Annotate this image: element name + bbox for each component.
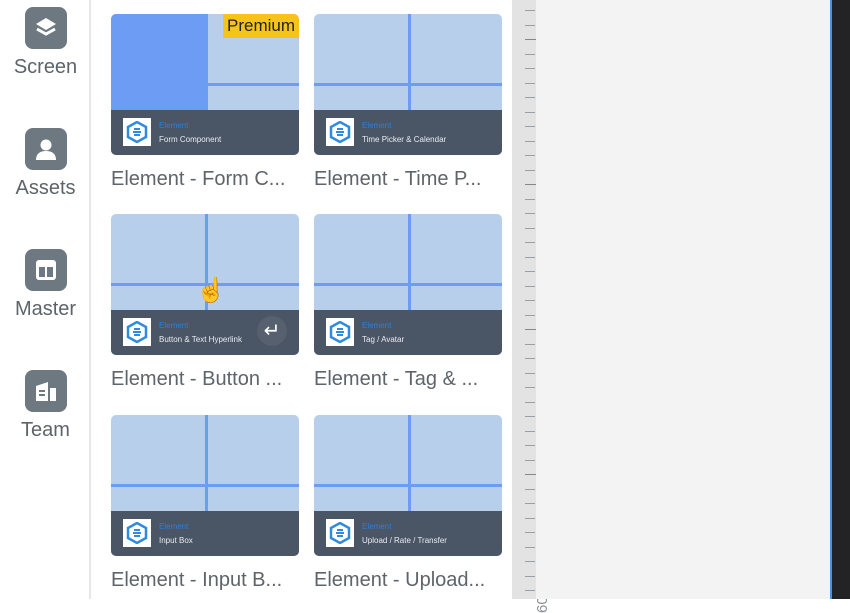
template-title: Element - Tag & ...: [314, 368, 479, 390]
template-title: Element - Input B...: [111, 569, 283, 591]
template-brand: Element: [159, 321, 189, 330]
template-subtitle: Input Box: [159, 536, 193, 545]
ruler-tick: [525, 256, 535, 258]
ruler-tick: [525, 140, 535, 142]
template-brand: Element: [362, 121, 392, 130]
sidebar-item-assets[interactable]: Assets: [0, 128, 91, 200]
template-subtitle: Time Picker & Calendar: [362, 135, 447, 144]
sidebar-item-label: Screen: [13, 56, 78, 78]
ruler-tick: [525, 111, 535, 113]
ruler-tick: [525, 227, 535, 229]
hand-cursor-icon: ☝: [196, 277, 226, 304]
ruler-tick: [525, 285, 535, 287]
template-brand: Element: [159, 121, 189, 130]
ruler-tick: [525, 503, 535, 504]
element-logo-icon: [326, 118, 354, 146]
enter-icon[interactable]: ↵: [257, 316, 287, 346]
left-sidebar: Screen Assets Master Team: [0, 0, 91, 599]
template-card[interactable]: Premium Element Form Component Element -…: [111, 14, 299, 191]
template-info-bar: Element Form Component: [111, 110, 299, 155]
template-subtitle: Tag / Avatar: [362, 335, 405, 344]
ruler-tick: [525, 401, 535, 403]
ruler-tick: [525, 416, 535, 417]
divider: [111, 484, 299, 487]
layers-icon: [24, 7, 67, 49]
element-logo-icon: [326, 519, 354, 547]
layout-icon: [24, 249, 67, 291]
template-brand: Element: [159, 522, 189, 531]
sidebar-item-label: Master: [14, 298, 77, 320]
sidebar-item-master[interactable]: Master: [0, 249, 91, 321]
template-brand: Element: [362, 321, 392, 330]
template-thumbnail: Element Tag / Avatar: [314, 214, 502, 355]
ruler-tick: [525, 213, 535, 214]
divider: [111, 83, 299, 86]
template-card[interactable]: Element Tag / Avatar Element - Tag & ...: [314, 214, 502, 391]
ruler-tick: [525, 343, 535, 345]
ruler-tick: [525, 126, 535, 127]
template-thumbnail: Element Input Box: [111, 415, 299, 556]
ruler-tick: [525, 97, 535, 98]
ruler-tick: [525, 242, 535, 243]
template-info-bar: Element Upload / Rate / Transfer: [314, 511, 502, 556]
template-title: Element - Time P...: [314, 168, 482, 190]
element-logo-icon: [123, 318, 151, 346]
template-card[interactable]: Element Upload / Rate / Transfer Element…: [314, 415, 502, 592]
template-thumbnail: Element Upload / Rate / Transfer: [314, 415, 502, 556]
element-logo-icon: [326, 318, 354, 346]
premium-badge: Premium: [222, 14, 299, 38]
ruler-tick: [525, 532, 535, 533]
sidebar-item-team[interactable]: Team: [0, 370, 91, 442]
template-thumbnail: Premium Element Form Component: [111, 14, 299, 155]
sidebar-item-label: Team: [21, 419, 70, 441]
ruler-tick: [525, 271, 535, 272]
template-card[interactable]: Element Input Box Element - Input B...: [111, 415, 299, 592]
template-title: Element - Form C...: [111, 168, 286, 190]
template-subtitle: Upload / Rate / Transfer: [362, 536, 447, 545]
template-subtitle: Form Component: [159, 135, 222, 144]
template-info-bar: Element Tag / Avatar: [314, 310, 502, 355]
element-logo-icon: [123, 519, 151, 547]
ruler-tick: [525, 372, 535, 374]
ruler-tick: [525, 68, 535, 69]
ruler-tick: [525, 53, 535, 55]
user-icon: [24, 128, 67, 170]
ruler-tick: [525, 198, 535, 200]
template-info-bar: Element Time Picker & Calendar: [314, 110, 502, 155]
form-preview: [111, 14, 205, 114]
template-brand: Element: [362, 522, 392, 531]
dark-region: [832, 0, 850, 599]
template-panel: Premium Element Form Component Element -…: [91, 0, 512, 599]
divider: [314, 83, 502, 86]
ruler-tick: [525, 488, 535, 490]
template-thumbnail: Element Time Picker & Calendar: [314, 14, 502, 155]
template-info-bar: Element Input Box: [111, 511, 299, 556]
sidebar-item-label: Assets: [15, 177, 76, 199]
template-subtitle: Button & Text Hyperlink: [159, 335, 243, 344]
template-title: Element - Button ...: [111, 368, 283, 390]
design-canvas[interactable]: [536, 0, 830, 599]
sidebar-item-screen[interactable]: Screen: [0, 7, 91, 79]
ruler-tick: [525, 517, 535, 519]
element-logo-icon: [123, 118, 151, 146]
ruler-tick: [525, 546, 535, 548]
divider: [314, 283, 502, 286]
vertical-ruler: 200300400500600: [512, 0, 551, 613]
ruler-tick: [525, 430, 535, 432]
ruler-tick: [525, 387, 535, 388]
template-info-bar: Element Button & Text Hyperlink ↵: [111, 310, 299, 355]
ruler-tick: [525, 561, 535, 562]
ruler-tick: [525, 575, 535, 577]
template-title: Element - Upload...: [314, 569, 486, 591]
ruler-tick: [525, 358, 535, 359]
building-icon: [24, 370, 67, 412]
ruler-tick: [525, 82, 535, 84]
template-card[interactable]: Element Time Picker & Calendar Element -…: [314, 14, 502, 191]
divider: [314, 484, 502, 487]
